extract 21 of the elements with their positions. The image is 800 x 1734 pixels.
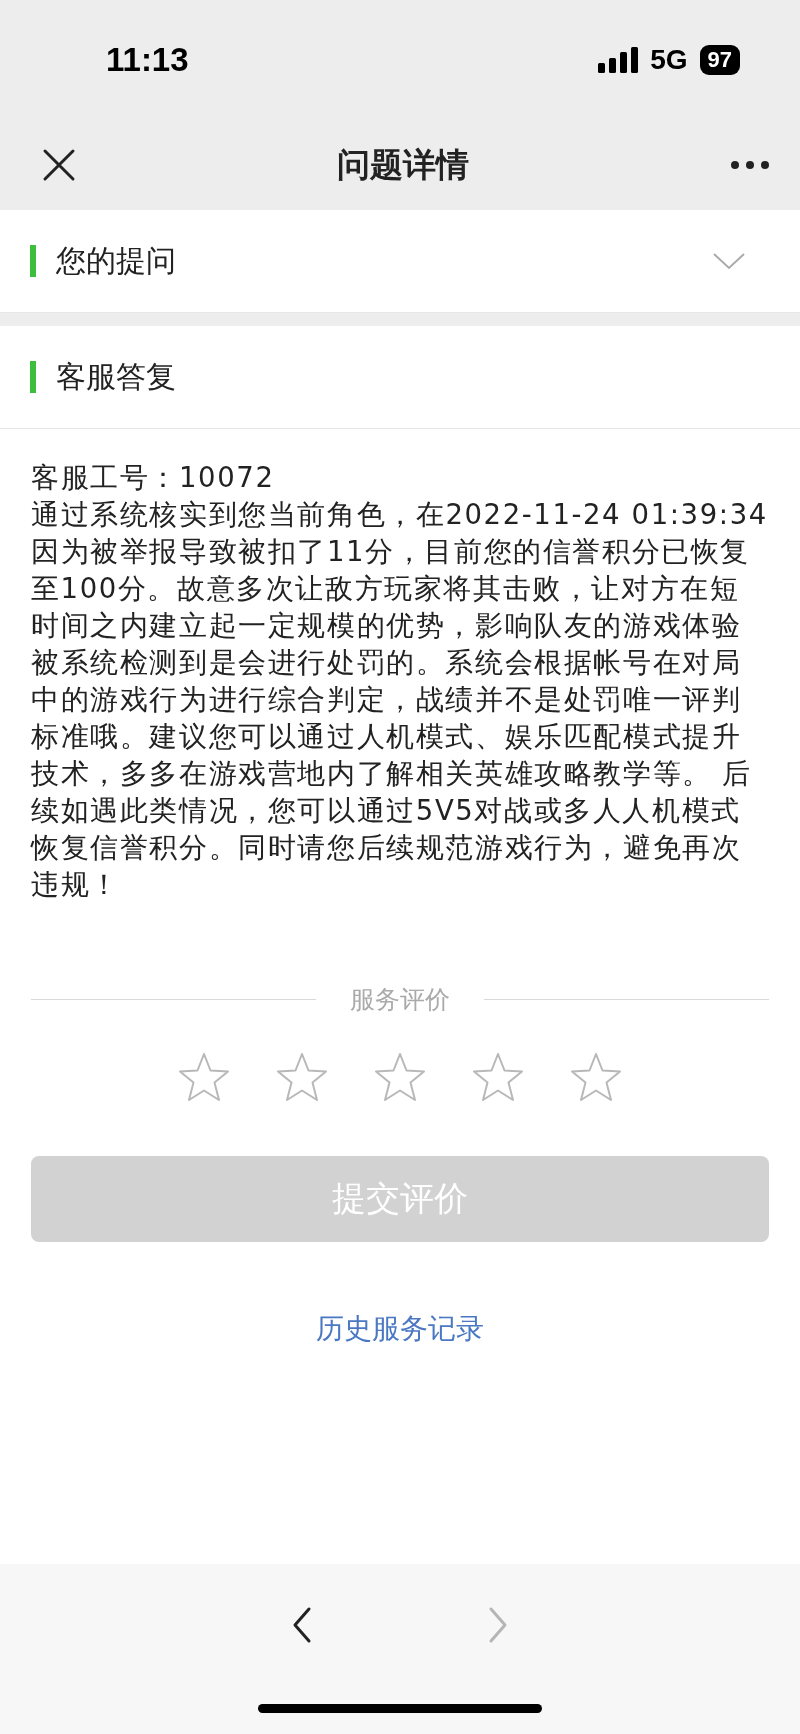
history-link[interactable]: 历史服务记录	[316, 1310, 484, 1348]
star-icon[interactable]	[472, 1052, 524, 1102]
star-icon[interactable]	[374, 1052, 426, 1102]
signal-icon	[598, 47, 639, 73]
accent-bar	[30, 361, 36, 393]
page-title: 问题详情	[337, 143, 469, 186]
section-title: 您的提问	[56, 241, 177, 280]
star-icon[interactable]	[276, 1052, 328, 1102]
rating-label: 服务评价	[350, 984, 450, 1016]
star-icon[interactable]	[570, 1052, 622, 1102]
more-icon[interactable]	[730, 160, 770, 170]
close-icon[interactable]	[42, 148, 76, 182]
section-title: 客服答复	[56, 357, 177, 396]
reply-text: 通过系统核实到您当前角色，在2022-11-24 01:39:34因为被举报导致被扣了11分，目前您的信誉积分已恢复至100分。故意多次让敌方玩家将其击败，让对方在短时间之内建立起一定规模的优势，影响队友的游戏体验被系统检测到是会进行处罚的。系统会根据帐号在对局中的游戏行为进行综合判定，战绩并不是处罚唯一评判标准哦。建议您可以通过人机模式、娱乐匹配模式提升技术，多多在游戏营地内了解相关英雄攻略教学等。 后续如遇此类情况，您可以通过5V5对战或多人人机模式恢复信誉积分。同时请您后续规范游戏行为，避免再次违规！	[31, 497, 769, 902]
status-time: 11:13	[106, 41, 189, 79]
network-label: 5G	[650, 44, 688, 76]
accent-bar	[30, 245, 36, 277]
home-indicator[interactable]	[258, 1704, 542, 1713]
staff-id: 客服工号：10072	[31, 460, 276, 495]
battery-indicator: 97	[699, 45, 740, 75]
star-icon[interactable]	[178, 1052, 230, 1102]
